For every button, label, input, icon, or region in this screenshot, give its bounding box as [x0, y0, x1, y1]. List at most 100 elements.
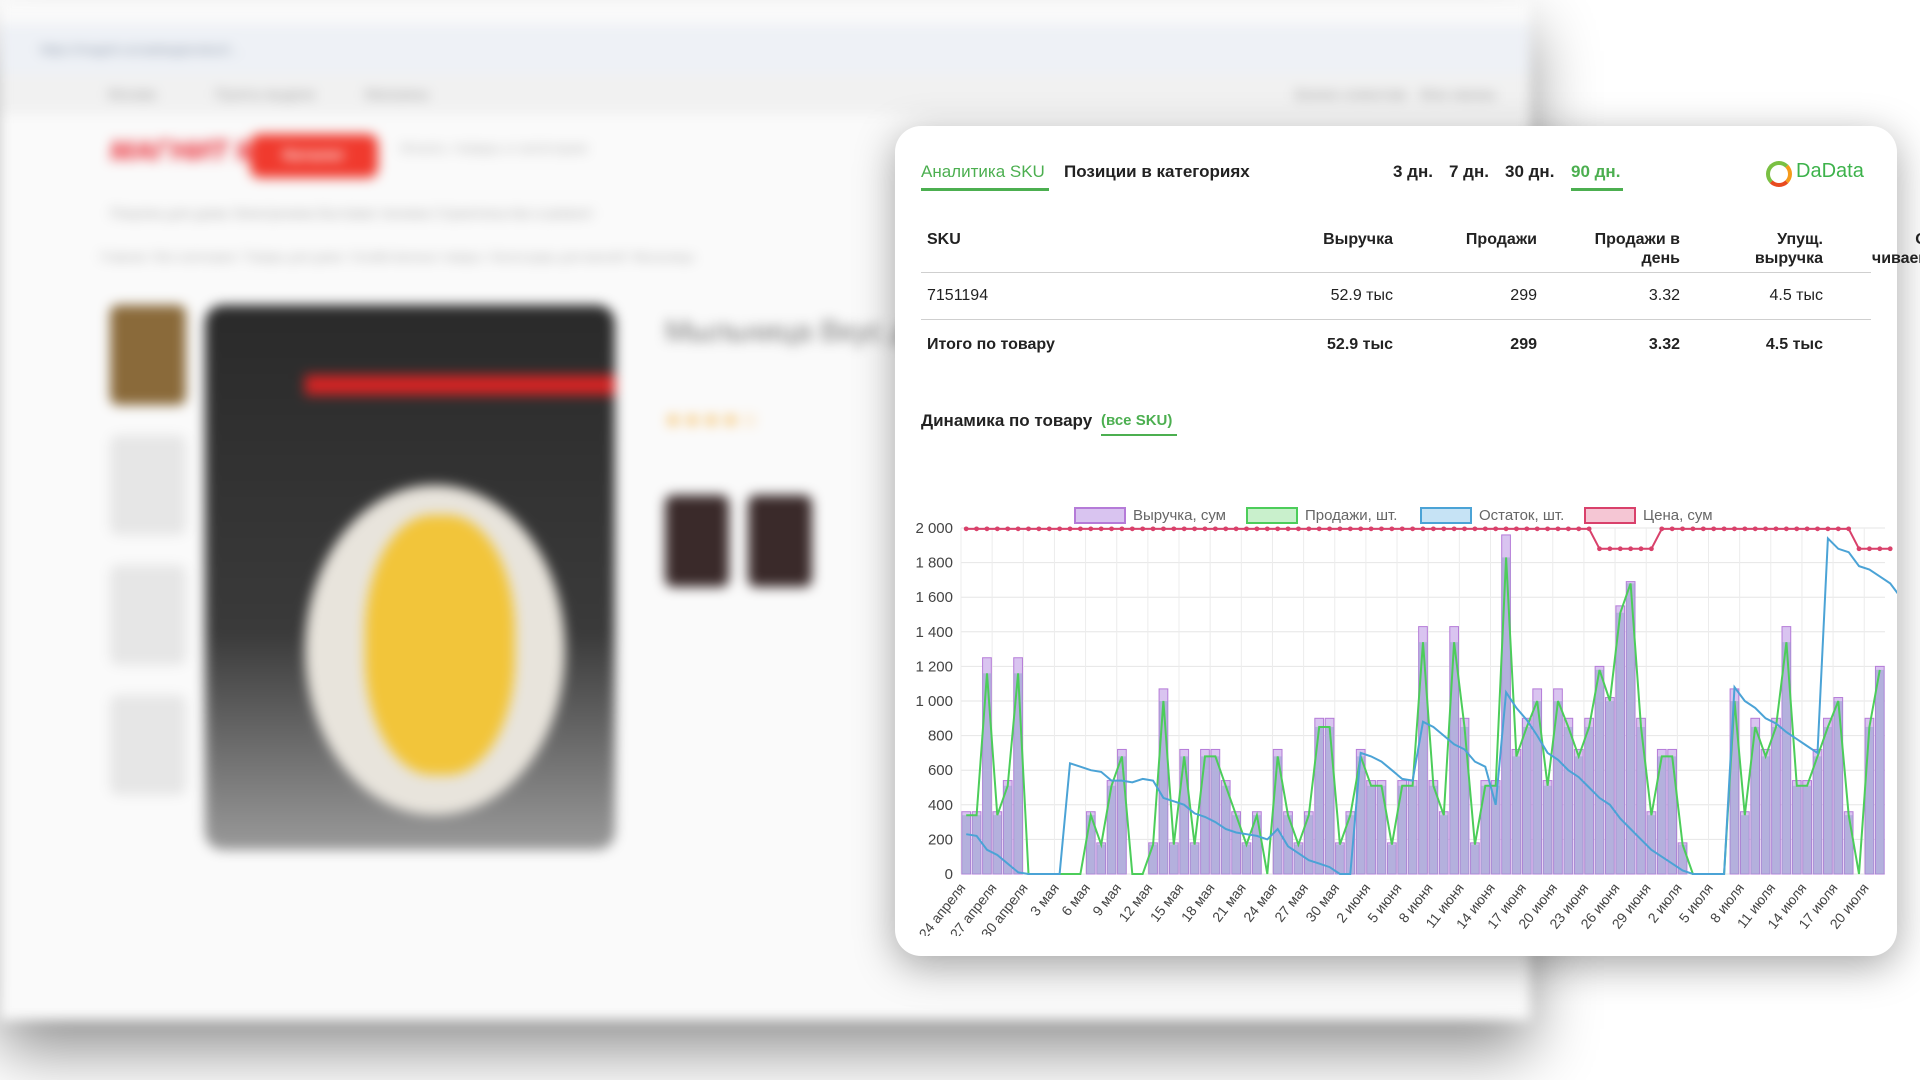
total-lost-revenue: 4.5 тыс — [1765, 336, 1823, 353]
period-30-days[interactable]: 30 дн. — [1505, 162, 1554, 182]
price-point — [1109, 526, 1114, 532]
category-nav: Покупка для дома Электроника Бытовая тех… — [110, 205, 594, 221]
period-3-days[interactable]: 3 дн. — [1393, 162, 1433, 182]
topbar-stores: Магазины — [365, 86, 430, 102]
sales-bar — [1740, 815, 1750, 874]
sales-bar — [1802, 785, 1812, 874]
topbar-city: Москва — [108, 86, 156, 102]
total-sales-per-day: 3.32 — [1648, 336, 1680, 353]
price-point — [1867, 546, 1872, 552]
sales-bar — [1875, 669, 1885, 874]
price-point — [1565, 526, 1571, 532]
period-90-days[interactable]: 90 дн. — [1571, 162, 1620, 182]
analytics-panel: Аналитика SKU Позиции в категориях 3 дн.… — [895, 126, 1920, 956]
price-point — [1752, 526, 1758, 532]
sales-bar — [1439, 815, 1449, 874]
breadcrumb: Главная / Все категории / Товары для дом… — [100, 250, 695, 264]
sales-bar — [1190, 844, 1199, 874]
price-point — [1586, 526, 1592, 532]
table-header-divider — [921, 272, 1871, 273]
x-tick-label: 3 мая — [1027, 880, 1062, 919]
col-sales-per-day-line1: Продажи в — [1594, 231, 1680, 248]
price-point — [1036, 526, 1042, 532]
price-point — [1161, 526, 1166, 532]
period-7-days[interactable]: 7 дн. — [1449, 162, 1489, 182]
price-point — [994, 526, 1000, 532]
legend-swatch — [1074, 507, 1126, 524]
sales-bar — [1470, 844, 1480, 874]
price-point — [1192, 526, 1197, 532]
sales-bar — [992, 815, 1002, 874]
tab-category-positions[interactable]: Позиции в категориях — [1064, 162, 1250, 182]
dynamics-title: Динамика по товару — [921, 411, 1093, 430]
price-point — [1783, 526, 1789, 532]
sales-bar — [1563, 726, 1573, 874]
sales-bar — [1335, 844, 1345, 874]
url-text: https://magnit.ru/catalog/product/... — [40, 42, 241, 57]
price-point — [1410, 526, 1416, 532]
sales-bar — [1366, 785, 1376, 874]
price-point — [1129, 526, 1135, 532]
price-point — [1742, 526, 1748, 532]
price-point — [1212, 526, 1218, 532]
dynamics-chart: Выручка, сум Продажи, шт. Остаток, шт. Цена… — [915, 507, 1897, 936]
price-point — [1233, 526, 1239, 532]
y-tick-label: 400 — [928, 797, 953, 814]
sales-bar — [961, 815, 971, 874]
sales-bar — [1761, 756, 1770, 874]
price-point — [1576, 526, 1582, 532]
price-point — [1534, 526, 1540, 532]
period-active-underline — [1571, 188, 1623, 191]
price-point — [1202, 526, 1208, 532]
y-tick-label: 600 — [928, 762, 953, 779]
price-point — [1119, 526, 1125, 532]
price-point — [1441, 526, 1447, 532]
sales-bar — [1584, 726, 1594, 874]
all-sku-link[interactable]: (все SKU) — [1101, 412, 1172, 429]
cell-turnover: 33 — [1730, 287, 1920, 305]
price-point — [1794, 526, 1800, 532]
sales-bar — [1813, 756, 1822, 874]
price-point — [1015, 526, 1021, 532]
price-point — [1482, 526, 1488, 532]
price-point — [1077, 526, 1083, 532]
y-tick-label: 2 000 — [915, 520, 953, 537]
price-point — [1721, 526, 1727, 532]
col-sales-per-day-line2: день — [1641, 250, 1680, 267]
y-tick-label: 800 — [928, 728, 953, 745]
sales-bar — [1169, 844, 1179, 874]
total-label: Итого по товару — [927, 336, 1055, 353]
legend-label: Цена, сум — [1643, 507, 1713, 524]
price-point — [1223, 526, 1229, 532]
sales-bar — [1512, 756, 1521, 874]
sales-bar — [1844, 815, 1854, 874]
sales-bar — [1408, 785, 1417, 874]
legend-swatch — [1584, 507, 1636, 524]
price-point — [1067, 526, 1073, 532]
price-point — [1026, 526, 1031, 532]
price-point — [1430, 526, 1436, 532]
x-tick-label: 6 мая — [1058, 880, 1093, 919]
price-point — [1171, 526, 1177, 532]
sales-bar — [1294, 844, 1303, 874]
price-point — [1296, 526, 1301, 532]
sales-bar — [1242, 844, 1251, 874]
sales-bar — [1647, 815, 1656, 874]
price-point — [1379, 526, 1384, 532]
sales-bar — [1605, 701, 1615, 874]
sales-bar — [1148, 844, 1158, 874]
product-thumbnail — [110, 305, 186, 405]
store-search: Искать товары и категории — [400, 140, 588, 157]
price-point — [1098, 526, 1104, 532]
tab-sku-analytics[interactable]: Аналитика SKU — [921, 162, 1045, 182]
price-point — [1181, 526, 1187, 532]
price-point — [1503, 526, 1509, 532]
legend-label: Остаток, шт. — [1479, 507, 1564, 524]
price-point — [1420, 526, 1426, 532]
sales-bar — [1159, 701, 1168, 874]
col-turnover-line1: Обора — [1730, 230, 1920, 249]
price-point — [1347, 526, 1353, 532]
dadata-ring-icon — [1766, 161, 1792, 187]
cell-sales: 299 — [1510, 287, 1537, 304]
price-point — [1649, 546, 1654, 552]
